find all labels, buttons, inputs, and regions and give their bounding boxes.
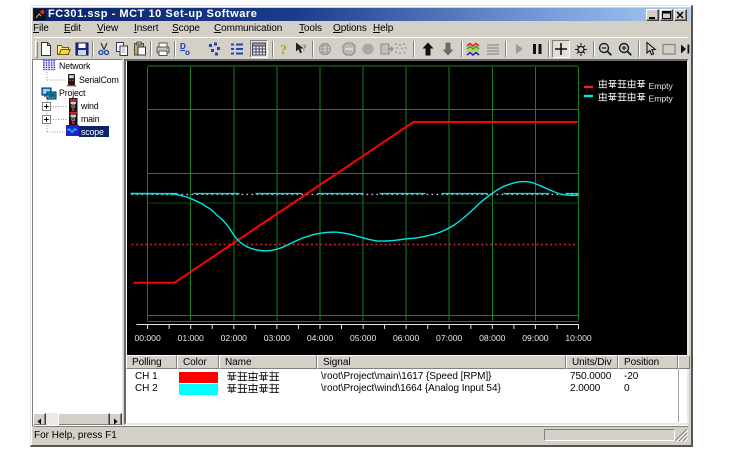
svg-text:?: ?	[280, 43, 287, 57]
svg-text:Empty: Empty	[648, 81, 673, 91]
svg-text:01:000: 01:000	[177, 333, 204, 343]
svg-text:Project: Project	[59, 88, 86, 98]
svg-text:07:000: 07:000	[436, 333, 463, 343]
svg-text:03:000: 03:000	[263, 333, 290, 343]
svg-text:09:000: 09:000	[522, 333, 549, 343]
svg-text:Empty: Empty	[648, 94, 673, 104]
svg-text:Network: Network	[59, 61, 91, 71]
svg-text:o: o	[185, 48, 190, 57]
svg-text:SerialCom: SerialCom	[79, 75, 119, 85]
svg-text:02:000: 02:000	[220, 333, 247, 343]
svg-text:10:000: 10:000	[565, 333, 592, 343]
svg-text:scope: scope	[81, 127, 104, 137]
svg-text:06:000: 06:000	[392, 333, 419, 343]
svg-text:08:000: 08:000	[479, 333, 506, 343]
svg-text:05:000: 05:000	[349, 333, 376, 343]
svg-text:?: ?	[302, 43, 307, 53]
svg-text:00:000: 00:000	[134, 333, 161, 343]
svg-text:04:000: 04:000	[306, 333, 333, 343]
svg-text:main: main	[81, 114, 100, 124]
svg-text:wind: wind	[80, 101, 99, 111]
